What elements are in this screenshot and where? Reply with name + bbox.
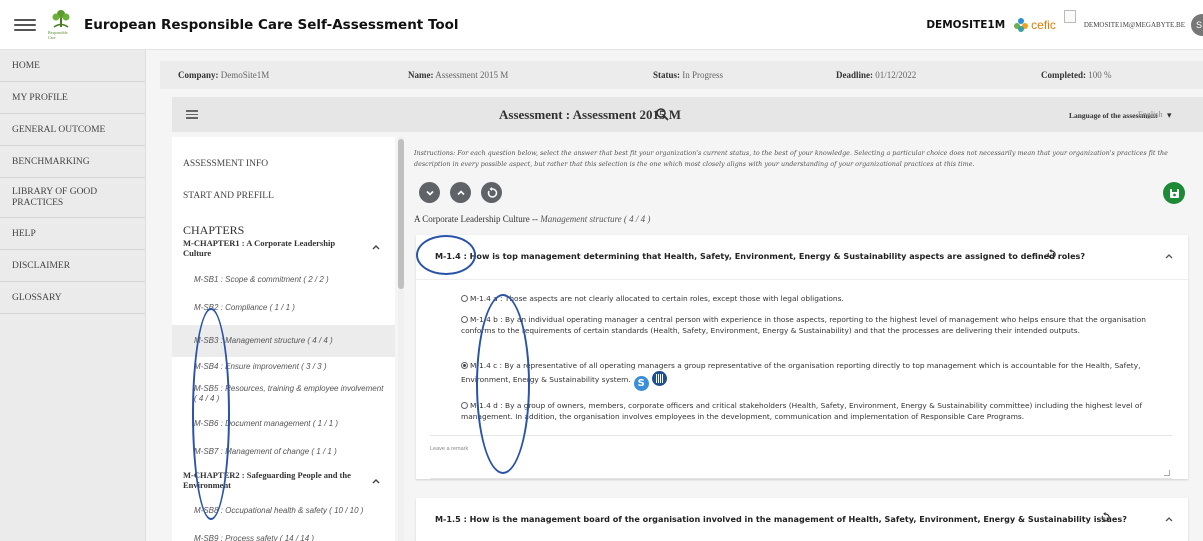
sidebar-item-glossary[interactable]: GLOSSARY: [0, 282, 145, 314]
answer-option[interactable]: M-1.4 b : By an individual operating man…: [461, 314, 1161, 337]
question-card: M-1.4 : How is top management determinin…: [416, 235, 1188, 479]
answer-option[interactable]: M-1.4 d : By a group of owners, members,…: [461, 400, 1161, 423]
app-title: European Responsible Care Self-Assessmen…: [84, 16, 459, 33]
assessment-info-bar: Company: DemoSite1M Name: Assessment 201…: [160, 61, 1203, 89]
answer-option-selected[interactable]: M-1.4 c : By a representative of all ope…: [461, 360, 1161, 392]
answer-option[interactable]: M-1.4 a : Those aspects are not clearly …: [461, 293, 1161, 304]
logo-caption: Responsible Care: [48, 29, 68, 40]
menu-icon[interactable]: [14, 18, 36, 31]
radio-button[interactable]: [461, 294, 468, 302]
sidebar-item-disclaimer[interactable]: DISCLAIMER: [0, 250, 145, 282]
instructions-text: Instructions: For each question below, s…: [414, 149, 1168, 169]
section-item[interactable]: M-SB9 : Process safety ( 14 / 14 ): [172, 529, 395, 541]
cefic-logo: cefic: [1013, 17, 1056, 33]
chapters-panel: ASSESSMENT INFO START AND PREFILL CHAPTE…: [172, 137, 395, 541]
assessment-title: Assessment : Assessment 2015 M: [499, 107, 681, 122]
save-button[interactable]: [1163, 182, 1185, 204]
chevron-up-icon[interactable]: [1164, 514, 1174, 524]
search-icon[interactable]: [655, 107, 669, 121]
remark-textarea[interactable]: Leave a remark: [430, 435, 1172, 479]
sidebar-item-help[interactable]: HELP: [0, 218, 145, 250]
reset-all-button[interactable]: [481, 182, 502, 203]
question-title[interactable]: M-1.5 : How is the management board of t…: [435, 514, 1127, 524]
section-item[interactable]: M-SB5 : Resources, training & employee i…: [172, 378, 395, 410]
user-email[interactable]: DEMOSITE1M@MEGABYTE.BE: [1084, 21, 1185, 29]
section-item[interactable]: M-SB6 : Document management ( 1 / 1 ): [172, 414, 395, 434]
chevron-up-icon[interactable]: [371, 476, 381, 486]
radio-button-selected[interactable]: [461, 361, 468, 369]
expand-all-button[interactable]: [419, 182, 440, 203]
collapse-all-button[interactable]: [450, 182, 471, 203]
sidebar-item-library[interactable]: LIBRARY OF GOOD PRACTICES: [0, 178, 145, 218]
site-name: DEMOSITE1M: [926, 19, 1006, 31]
section-item-active[interactable]: M-SB3 : Management structure ( 4 / 4 ): [172, 325, 395, 357]
chapters-scrollbar[interactable]: [398, 137, 404, 541]
question-content: Instructions: For each question below, s…: [405, 137, 1203, 541]
remark-placeholder: Leave a remark: [430, 446, 469, 452]
name-info: Name: Assessment 2015 M: [408, 70, 509, 80]
start-prefill-link[interactable]: START AND PREFILL: [183, 191, 274, 201]
deadline-info: Deadline: 01/12/2022: [836, 70, 917, 80]
assessment-bar: Assessment : Assessment 2015 M Language …: [172, 97, 1203, 132]
question-card: M-1.5 : How is the management board of t…: [416, 498, 1188, 541]
chapter-1-title[interactable]: M-CHAPTER1 : A Corporate Leadership Cult…: [183, 238, 353, 258]
chapters-menu-icon[interactable]: [186, 110, 198, 119]
avatar[interactable]: S: [1191, 14, 1203, 36]
company-info: Company: DemoSite1M: [178, 70, 270, 80]
language-dropdown-icon[interactable]: ▾: [1167, 110, 1172, 121]
reset-icon[interactable]: [1046, 249, 1057, 260]
chevron-down-icon: [425, 190, 434, 196]
sidebar-item-general-outcome[interactable]: GENERAL OUTCOME: [0, 114, 145, 146]
section-item[interactable]: M-SB8 : Occupational health & safety ( 1…: [172, 501, 395, 521]
status-info: Status: In Progress: [653, 70, 724, 80]
sidebar-item-home[interactable]: HOME: [0, 50, 145, 82]
resize-handle[interactable]: [1164, 470, 1170, 476]
chapters-heading: CHAPTERS: [183, 223, 245, 237]
sidebar: HOME MY PROFILE GENERAL OUTCOME BENCHMAR…: [0, 50, 146, 541]
completed-info: Completed: 100 %: [1041, 70, 1112, 80]
section-item[interactable]: M-SB1 : Scope & commitment ( 2 / 2 ): [172, 270, 395, 290]
chevron-up-icon[interactable]: [1164, 251, 1174, 261]
responsible-care-logo: Responsible Care: [48, 8, 74, 42]
broken-image-icon: [1063, 9, 1076, 23]
assessment-info-link[interactable]: ASSESSMENT INFO: [183, 159, 268, 169]
sidebar-item-benchmarking[interactable]: BENCHMARKING: [0, 146, 145, 178]
section-item[interactable]: M-SB7 : Management of change ( 1 / 1 ): [172, 442, 395, 462]
building-icon[interactable]: [651, 371, 667, 387]
chevron-up-icon[interactable]: [371, 242, 381, 252]
scrollbar-thumb[interactable]: [398, 139, 404, 289]
section-item[interactable]: M-SB2 : Compliance ( 1 / 1 ): [172, 298, 395, 318]
chevron-up-icon: [456, 189, 465, 195]
radio-button[interactable]: [461, 401, 468, 409]
cefic-logo-text: cefic: [1031, 18, 1056, 32]
radio-button[interactable]: [461, 315, 468, 323]
language-select[interactable]: English: [1138, 110, 1162, 119]
save-icon: [1169, 188, 1179, 198]
reset-icon[interactable]: [1100, 512, 1111, 523]
breadcrumb: A Corporate Leadership Culture -- Manage…: [414, 214, 651, 224]
question-title[interactable]: M-1.4 : How is top management determinin…: [435, 251, 1085, 261]
divider: [416, 279, 1188, 280]
skype-icon[interactable]: S: [633, 376, 649, 392]
top-bar: Responsible Care European Responsible Ca…: [0, 0, 1203, 50]
reset-icon: [487, 186, 497, 198]
chapter-2-title[interactable]: M-CHAPTER2 : Safeguarding People and the…: [183, 470, 353, 490]
sidebar-item-my-profile[interactable]: MY PROFILE: [0, 82, 145, 114]
section-item[interactable]: M-SB4 : Ensure improvement ( 3 / 3 ): [172, 358, 395, 376]
